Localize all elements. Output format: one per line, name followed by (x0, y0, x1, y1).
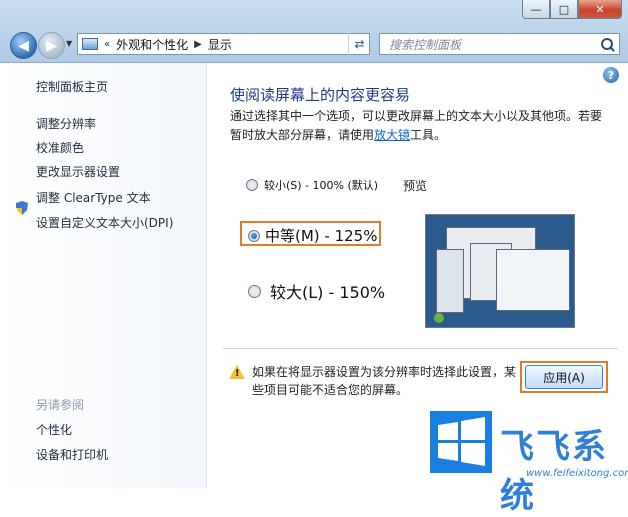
refresh-icon: ⇄ (354, 37, 365, 51)
watermark: 飞飞系统 www.feifeixitong.com (430, 411, 628, 516)
warning-text: 如果在将显示器设置为该分辨率时选择此设置，某些项目可能不适合您的屏幕。 (252, 365, 517, 397)
chevron-right-icon[interactable]: ▶ (194, 39, 202, 50)
window-chrome: — □ ✕ ◀ ▶ ▼ « 外观和个性化 ▶ 显示 ⇄ 搜索控制面板 (0, 0, 628, 63)
radio-large[interactable] (248, 284, 261, 298)
maximize-button[interactable]: □ (550, 0, 578, 19)
option-small[interactable]: 较小(S) - 100% (默认) (246, 177, 378, 193)
windows-logo-icon (430, 411, 492, 473)
page-description: 通过选择其中一个选项，可以更改屏幕上的文本大小以及其他项。若要暂时放大部分屏幕，… (230, 107, 610, 145)
sidebar-item-calibrate-color[interactable]: 校准颜色 (36, 139, 84, 156)
preview-label: 预览 (403, 179, 428, 193)
search-icon[interactable] (601, 38, 613, 50)
preview-window-list (436, 249, 464, 313)
sidebar-item-custom-dpi[interactable]: 设置自定义文本大小(DPI) (36, 214, 173, 231)
option-small-label: 较小(S) - 100% (默认) (264, 179, 379, 192)
see-also-heading: 另请参阅 (36, 398, 85, 412)
arrow-right-icon: ▶ (46, 37, 57, 54)
preview-image (425, 214, 575, 328)
warning-mark: ! (235, 368, 240, 379)
back-button[interactable]: ◀ (10, 32, 37, 59)
divider (223, 348, 618, 349)
forward-button[interactable]: ▶ (38, 32, 65, 59)
page-title: 使阅读屏幕上的内容更容易 (230, 86, 411, 104)
magnifier-link[interactable]: 放大镜 (374, 128, 410, 142)
sidebar-item-display-settings[interactable]: 更改显示器设置 (36, 163, 120, 180)
radio-small[interactable] (246, 179, 258, 191)
arrow-left-icon: ◀ (18, 37, 29, 54)
breadcrumb-display[interactable]: 显示 (208, 36, 232, 53)
sidebar-item-personalization[interactable]: 个性化 (36, 421, 72, 438)
search-input[interactable]: 搜索控制面板 (389, 36, 461, 53)
help-icon[interactable]: ? (603, 67, 619, 83)
shield-icon (16, 201, 28, 215)
watermark-url: www.feifeixitong.com (526, 468, 628, 479)
breadcrumb-appearance[interactable]: 外观和个性化 (116, 36, 188, 53)
option-medium[interactable]: 中等(M) - 125% (248, 225, 377, 246)
recent-pages-dropdown[interactable]: ▼ (66, 39, 72, 48)
close-button[interactable]: ✕ (578, 0, 622, 19)
option-large-label: 较大(L) - 150% (270, 283, 386, 302)
sidebar-item-devices-printers[interactable]: 设备和打印机 (36, 446, 108, 463)
minimize-button[interactable]: — (522, 0, 550, 19)
option-medium-label: 中等(M) - 125% (265, 227, 378, 245)
breadcrumb-overflow[interactable]: « (104, 39, 110, 50)
search-box[interactable]: 搜索控制面板 (379, 33, 620, 55)
description-end: 工具。 (410, 128, 447, 142)
refresh-button[interactable]: ⇄ (348, 33, 370, 55)
preview-window-front (496, 249, 570, 311)
sidebar-item-resolution[interactable]: 调整分辨率 (36, 115, 96, 132)
start-orb-icon (434, 313, 444, 323)
control-panel-icon (82, 38, 98, 50)
apply-button[interactable]: 应用(A) (525, 365, 603, 389)
sidebar-item-control-panel-home[interactable]: 控制面板主页 (36, 78, 108, 95)
address-bar[interactable]: « 外观和个性化 ▶ 显示 (77, 33, 370, 55)
radio-medium[interactable] (248, 229, 260, 242)
sidebar: 控制面板主页 调整分辨率 校准颜色 更改显示器设置 调整 ClearType 文… (0, 63, 207, 488)
window-controls: — □ ✕ (522, 0, 622, 20)
sidebar-item-cleartype[interactable]: 调整 ClearType 文本 (36, 189, 151, 206)
option-large[interactable]: 较大(L) - 150% (248, 279, 385, 303)
